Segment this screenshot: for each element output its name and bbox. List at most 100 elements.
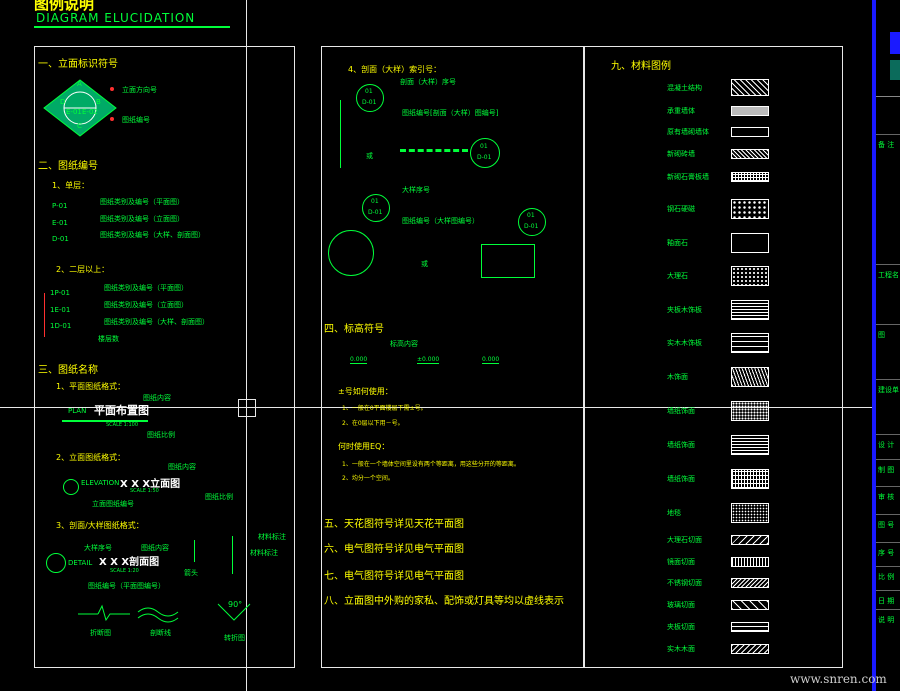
material-label: 大理石	[667, 272, 688, 280]
elevation-format-heading: 2、立面图纸格式：	[56, 453, 126, 462]
detail-no-label: 大样序号	[84, 544, 112, 552]
detail1-bottom: D-01	[368, 209, 383, 216]
material-note-1: 材料标注	[258, 533, 286, 541]
title-block-divider	[876, 264, 900, 265]
material-swatch	[731, 367, 769, 387]
title-block-divider	[876, 134, 900, 135]
single-code-p: P-01	[52, 202, 68, 210]
break-line-label: 折断图	[90, 629, 111, 637]
watermark: www.snren.com	[790, 672, 887, 686]
left-panel	[34, 46, 295, 668]
section-electrical-2: 七、电气图符号详见电气平面图	[324, 571, 464, 582]
material-swatch	[731, 503, 769, 523]
material-swatch	[731, 199, 769, 219]
elev-word: ELEVATION	[81, 479, 120, 487]
plan-drawing-name: 平面布置图	[94, 404, 149, 417]
section-index-heading: 4、剖面（大样）索引号：	[348, 65, 442, 74]
elev-symbol-c: C	[77, 122, 82, 130]
material-swatch	[731, 622, 769, 632]
elevation-value-3: 0.000	[482, 356, 500, 364]
title-block-row: 审 核	[878, 493, 895, 501]
section-leader	[340, 100, 341, 168]
material-label: 不锈钢切面	[667, 579, 702, 587]
multi-code-p: 1P-01	[50, 289, 70, 297]
title-block-row: 图	[878, 331, 885, 339]
material-label: 地毯	[667, 509, 681, 517]
circle2-bottom: D-01	[477, 154, 492, 161]
section-elevation-symbol: 一、立面标识符号	[38, 59, 118, 70]
detail-drawing-name: X X X剖面图	[99, 557, 160, 568]
eq-note-2: 2、均分一个空间。	[342, 475, 394, 482]
material-swatch	[731, 233, 769, 253]
angle-line-label: 转折图	[224, 634, 245, 642]
elev-symbol-b: B	[96, 98, 101, 106]
title-block-row: 制 图	[878, 466, 895, 474]
title-block-row: 设 计	[878, 441, 895, 449]
elev-symbol-a: A	[77, 80, 82, 88]
cut-line-label: 剖断线	[150, 629, 171, 637]
single-desc-3: 图纸类别及编号（大样、剖面图）	[100, 231, 205, 239]
material-label: 大理石切面	[667, 536, 702, 544]
section-drawing-no-label: 图纸编号[剖面（大样）图编号]	[402, 109, 499, 117]
elev-symbol-code1: E-01	[66, 108, 82, 116]
floor-bracket	[44, 293, 49, 337]
elevation-value-1: 0.000	[350, 356, 368, 364]
detail-drawing-no-label: 图纸编号（大样图编号）	[402, 217, 479, 225]
right-edge-divider	[876, 96, 900, 97]
material-swatch	[731, 79, 769, 96]
label-direction: 立面方向号	[122, 86, 157, 94]
title-block-row: 日 期	[878, 597, 895, 605]
title-block-divider	[876, 609, 900, 610]
elev-number-label: 立面图纸编号	[92, 500, 134, 508]
title-block-row: 图 号	[878, 521, 895, 529]
title-block-divider	[876, 434, 900, 435]
leader-dot	[110, 117, 114, 121]
page-title-en: DIAGRAM ELUCIDATION	[36, 11, 196, 25]
material-swatch	[731, 600, 769, 610]
title-block-divider	[876, 459, 900, 460]
right-edge-logo-block-2	[890, 60, 900, 80]
right-edge-logo-block	[890, 32, 900, 54]
title-block-row: 说 明	[878, 616, 895, 624]
elev-symbol-code2: E-02	[82, 108, 98, 116]
label-drawing-no: 图纸编号	[122, 116, 150, 124]
elev-symbol-circle	[63, 479, 79, 495]
material-swatch	[731, 106, 769, 116]
section-elevation-marks: 四、标高符号	[324, 324, 384, 335]
elevation-content-label: 标高内容	[390, 340, 418, 348]
multi-code-d: 1D-01	[50, 322, 72, 330]
material-swatch	[731, 435, 769, 455]
detail-word: DETAIL	[68, 559, 93, 567]
section-cut-line	[400, 149, 468, 155]
material-label: 木饰面	[667, 373, 688, 381]
arrow-line	[194, 540, 195, 562]
title-block-row: 序 号	[878, 549, 895, 557]
plus-minus-note-2: 2、在0层以下用－号。	[342, 420, 404, 427]
material-label: 原有墙砌墙体	[667, 128, 709, 136]
title-block-divider	[876, 514, 900, 515]
multi-code-e: 1E-01	[50, 306, 71, 314]
material-label: 混凝土结构	[667, 83, 702, 92]
material-label: 墙纸饰面	[667, 475, 695, 483]
arrow-label: 箭头	[184, 569, 198, 577]
elevation-value-2: ±0.000	[417, 356, 440, 364]
title-block-divider	[876, 324, 900, 325]
material-label: 釉面石	[667, 239, 688, 247]
section-drawing-number: 二、图纸编号	[38, 161, 98, 172]
material-swatch	[731, 149, 769, 159]
detail-symbol-circle	[46, 553, 66, 573]
title-block-row: 建设单	[878, 386, 899, 394]
plus-minus-note-1: 1、一般在0平面楼层下需±号。	[342, 405, 427, 412]
material-label: 钢石硬磁	[667, 205, 695, 213]
material-leader	[232, 536, 233, 574]
material-swatch	[731, 172, 769, 182]
section-drawing-name: 三、图纸名称	[38, 365, 98, 376]
detail-rect	[481, 244, 535, 278]
material-label: 实木木面	[667, 645, 695, 653]
section-no-label: 剖面（大样）序号	[400, 78, 456, 86]
leader-dot	[110, 87, 114, 91]
title-block-divider	[876, 486, 900, 487]
title-block-row: 工程名	[878, 271, 899, 279]
title-underline	[34, 26, 230, 28]
detail-scale: SCALE 1:20	[110, 568, 139, 574]
